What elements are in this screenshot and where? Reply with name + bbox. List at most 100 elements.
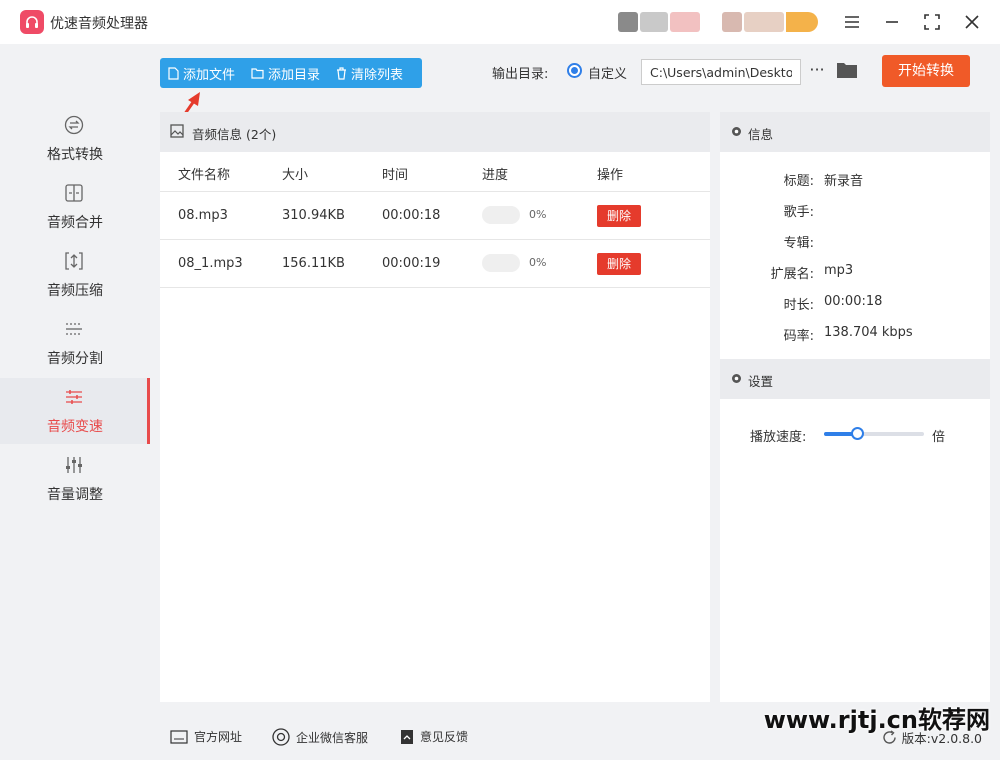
trash-icon bbox=[337, 66, 347, 80]
image-icon bbox=[170, 124, 184, 138]
gear-icon bbox=[732, 127, 741, 136]
add-file-button[interactable]: 添加文件 bbox=[160, 58, 243, 88]
info-value: 138.704 kbps bbox=[824, 325, 913, 340]
sidebar-item-audio-split[interactable]: 音频分割 bbox=[0, 310, 150, 376]
minimize-button[interactable] bbox=[880, 10, 904, 34]
feedback-icon bbox=[401, 729, 413, 744]
playback-speed-label: 播放速度: bbox=[750, 430, 807, 445]
file-icon bbox=[168, 66, 179, 80]
info-row-album: 专辑: bbox=[720, 232, 990, 254]
progress-bar bbox=[482, 206, 520, 224]
app-logo-icon bbox=[20, 10, 44, 34]
info-row-extension: 扩展名: mp3 bbox=[720, 263, 990, 285]
file-list-title: 音频信息 (2个) bbox=[192, 127, 277, 142]
speed-icon bbox=[63, 386, 85, 408]
app-title: 优速音频处理器 bbox=[50, 16, 148, 32]
add-directory-label: 添加目录 bbox=[268, 67, 321, 83]
user-info-blurred[interactable] bbox=[618, 8, 818, 34]
file-duration: 00:00:19 bbox=[382, 256, 441, 271]
gear-icon bbox=[732, 374, 741, 383]
progress-percent: 0% bbox=[529, 256, 547, 269]
info-row-bitrate: 码率: 138.704 kbps bbox=[720, 325, 990, 347]
column-header-time: 时间 bbox=[382, 168, 409, 183]
maximize-icon bbox=[924, 14, 940, 30]
file-duration: 00:00:18 bbox=[382, 208, 441, 223]
sidebar-item-audio-speed[interactable]: 音频变速 bbox=[0, 378, 150, 444]
file-list-panel: 音频信息 (2个) 文件名称 大小 时间 进度 操作 08.mp3 310.94… bbox=[160, 112, 710, 702]
toolbar-button-group: 添加文件 添加目录 清除列表 bbox=[160, 58, 422, 88]
file-size: 156.11KB bbox=[282, 256, 345, 271]
slider-thumb[interactable] bbox=[851, 427, 864, 440]
folder-icon bbox=[837, 63, 857, 78]
playback-speed-slider[interactable] bbox=[824, 427, 924, 440]
menu-icon bbox=[845, 16, 859, 28]
file-name: 08_1.mp3 bbox=[178, 256, 243, 271]
sidebar-item-label: 音频变速 bbox=[47, 419, 103, 435]
file-size: 310.94KB bbox=[282, 208, 345, 223]
clear-list-button[interactable]: 清除列表 bbox=[328, 58, 411, 88]
sidebar-item-label: 音频分割 bbox=[47, 351, 103, 367]
info-header: 信息 bbox=[720, 112, 990, 152]
info-value: 新录音 bbox=[824, 174, 864, 189]
sidebar-item-label: 音频合并 bbox=[47, 215, 103, 231]
feedback-link[interactable]: 意见反馈 bbox=[400, 728, 468, 745]
table-row[interactable]: 08_1.mp3 156.11KB 00:00:19 0% 删除 bbox=[160, 240, 710, 288]
add-directory-button[interactable]: 添加目录 bbox=[243, 58, 328, 88]
info-panel: 信息 标题: 新录音 歌手: 专辑: 扩展名: mp3 时长: 00:00:18 码率… bbox=[720, 112, 990, 702]
info-title: 信息 bbox=[748, 127, 774, 142]
sidebar-item-label: 音量调整 bbox=[47, 487, 103, 503]
clear-list-label: 清除列表 bbox=[351, 67, 404, 83]
progress-bar bbox=[482, 254, 520, 272]
progress-percent: 0% bbox=[529, 208, 547, 221]
speed-unit-label: 倍 bbox=[932, 430, 946, 445]
column-header-name: 文件名称 bbox=[178, 168, 231, 183]
info-row-duration: 时长: 00:00:18 bbox=[720, 294, 990, 316]
site-watermark: www.rjtj.cn软荐网 bbox=[763, 706, 990, 734]
split-icon bbox=[63, 318, 85, 340]
official-website-link[interactable]: 官方网址 bbox=[170, 728, 242, 745]
menu-button[interactable] bbox=[840, 10, 864, 34]
compress-icon bbox=[63, 250, 85, 272]
add-file-label: 添加文件 bbox=[183, 67, 236, 83]
info-key: 歌手: bbox=[783, 205, 814, 220]
folder-icon bbox=[251, 68, 264, 79]
close-button[interactable] bbox=[960, 10, 984, 34]
sidebar-item-label: 格式转换 bbox=[47, 147, 103, 163]
info-key: 标题: bbox=[783, 174, 814, 189]
sidebar-item-format-convert[interactable]: 格式转换 bbox=[0, 106, 150, 172]
volume-icon bbox=[63, 454, 85, 476]
start-convert-button[interactable]: 开始转换 bbox=[882, 55, 970, 87]
file-count: (2个) bbox=[246, 127, 277, 142]
sidebar-item-audio-merge[interactable]: 音频合并 bbox=[0, 174, 150, 240]
info-key: 扩展名: bbox=[770, 267, 814, 282]
info-row-title: 标题: 新录音 bbox=[720, 170, 990, 192]
info-key: 专辑: bbox=[783, 236, 814, 251]
delete-button[interactable]: 删除 bbox=[597, 253, 641, 275]
table-row[interactable]: 08.mp3 310.94KB 00:00:18 0% 删除 bbox=[160, 192, 710, 240]
custom-output-label[interactable]: 自定义 bbox=[588, 63, 627, 82]
convert-icon bbox=[63, 114, 85, 136]
title-bar: 优速音频处理器 bbox=[0, 0, 1000, 44]
browse-more-button[interactable]: ··· bbox=[806, 60, 828, 84]
close-icon bbox=[965, 15, 979, 29]
custom-output-radio[interactable] bbox=[567, 63, 582, 78]
info-value: 00:00:18 bbox=[824, 294, 883, 309]
column-header-action: 操作 bbox=[597, 168, 624, 183]
wechat-icon bbox=[272, 728, 290, 746]
website-icon bbox=[170, 729, 188, 744]
info-value: mp3 bbox=[824, 263, 854, 278]
minimize-icon bbox=[886, 21, 898, 23]
sidebar-item-audio-compress[interactable]: 音频压缩 bbox=[0, 242, 150, 308]
output-path-input[interactable] bbox=[641, 59, 801, 85]
maximize-button[interactable] bbox=[920, 10, 944, 34]
delete-button[interactable]: 删除 bbox=[597, 205, 641, 227]
sidebar-item-volume-adjust[interactable]: 音量调整 bbox=[0, 446, 150, 512]
file-name: 08.mp3 bbox=[178, 208, 228, 223]
open-folder-button[interactable] bbox=[836, 60, 860, 84]
sidebar: 格式转换 音频合并 音频压缩 音频分割 音频变速 音量调整 bbox=[0, 44, 150, 712]
settings-header: 设置 bbox=[720, 359, 990, 399]
sidebar-item-label: 音频压缩 bbox=[47, 283, 103, 299]
output-directory-label: 输出目录: bbox=[492, 67, 549, 82]
wechat-service-link[interactable]: 企业微信客服 bbox=[272, 728, 368, 746]
info-key: 时长: bbox=[783, 298, 814, 313]
